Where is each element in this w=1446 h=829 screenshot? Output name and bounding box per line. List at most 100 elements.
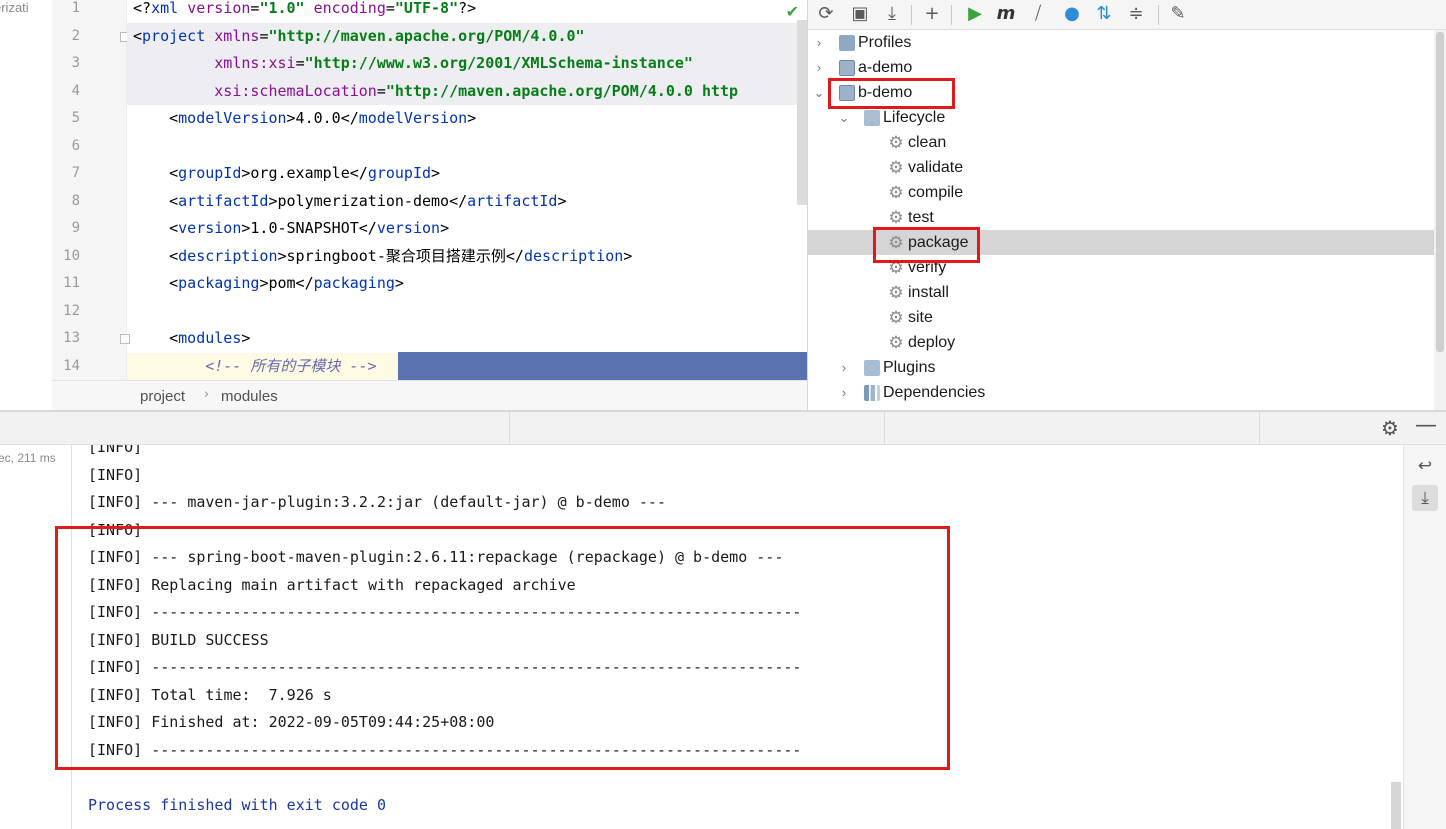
code-line[interactable]: xmlns:xsi="http://www.w3.org/2001/XMLSch… bbox=[127, 50, 807, 78]
code-line[interactable]: <groupId>org.example</groupId> bbox=[127, 160, 807, 188]
line-number: 12 bbox=[63, 302, 80, 319]
project-panel-edge: erizati bbox=[0, 0, 52, 410]
tree-item-profiles[interactable]: › Profiles bbox=[808, 30, 1435, 55]
tree-item-a-demo[interactable]: › a-demo bbox=[808, 55, 1435, 80]
reload-folder-icon[interactable]: ▣ bbox=[848, 2, 872, 26]
tree-item-install[interactable]: ⚙ install bbox=[808, 280, 1435, 305]
tree-item-clean[interactable]: ⚙ clean bbox=[808, 130, 1435, 155]
tree-item-label: Plugins bbox=[883, 359, 936, 376]
download-icon[interactable]: ⤓ bbox=[880, 2, 904, 26]
code-line[interactable]: <version>1.0-SNAPSHOT</version> bbox=[127, 215, 807, 243]
breadcrumb-item-project[interactable]: project bbox=[140, 388, 185, 405]
tree-item-label: clean bbox=[908, 134, 947, 151]
scroll-to-end-icon[interactable]: ⤓ bbox=[1412, 485, 1438, 511]
lifecycle-icon bbox=[864, 110, 880, 126]
code-line[interactable]: <packaging>pom</packaging> bbox=[127, 270, 807, 298]
code-line[interactable] bbox=[127, 133, 807, 161]
wrench-icon[interactable]: ✎ bbox=[1166, 2, 1190, 26]
chevron-right-icon[interactable]: › bbox=[812, 55, 826, 80]
project-panel-edge-text: erizati bbox=[0, 0, 29, 15]
line-number: 5 bbox=[71, 110, 80, 126]
chevron-right-icon[interactable]: › bbox=[812, 30, 826, 55]
line-number: 2 bbox=[71, 27, 80, 44]
console-line: [INFO] bbox=[88, 465, 143, 484]
maven-tool-window: ⟳ ▣ ⤓ + ▶ m ⧸ ● ⇅ ≑ ✎ › Profiles › a-demo ⌄ b… bbox=[807, 0, 1446, 410]
code-line[interactable]: <description>springboot-聚合项目搭建示例</descri… bbox=[127, 243, 807, 271]
line-number: 1 bbox=[71, 0, 80, 16]
code-line[interactable]: <project xmlns="http://maven.apache.org/… bbox=[127, 22, 807, 50]
code-line[interactable]: <modelVersion>4.0.0</modelVersion> bbox=[127, 105, 807, 133]
highlight-box-b-demo bbox=[828, 78, 955, 109]
tree-item-label: site bbox=[908, 309, 933, 326]
settings-icon[interactable]: ⚙ bbox=[1381, 416, 1399, 440]
toggle-offline-icon[interactable]: ⧸ bbox=[1026, 2, 1050, 26]
tree-item-label: install bbox=[908, 284, 949, 301]
code-editor[interactable]: 1 2 3 4 5 6 7 8 9 10 11 12 13 14 <?xml version="1.0" … bbox=[52, 0, 807, 380]
breadcrumb-item-modules[interactable]: modules bbox=[221, 388, 278, 405]
execute-goal-icon[interactable]: m bbox=[994, 2, 1018, 26]
line-number: 6 bbox=[71, 137, 80, 154]
add-icon[interactable]: + bbox=[920, 2, 944, 26]
line-number: 11 bbox=[63, 275, 80, 291]
tree-item-dependencies[interactable]: › Dependencies bbox=[808, 380, 1435, 405]
gear-icon: ⚙ bbox=[888, 133, 904, 152]
text-selection bbox=[398, 352, 807, 380]
tree-item-label: compile bbox=[908, 184, 964, 201]
chevron-right-icon[interactable]: › bbox=[837, 355, 851, 380]
gear-icon: ⚙ bbox=[888, 283, 904, 302]
code-line[interactable]: <?xml version="1.0" encoding="UTF-8"?> bbox=[127, 0, 807, 23]
tree-item-label: validate bbox=[908, 159, 964, 176]
chevron-down-icon[interactable]: ⌄ bbox=[812, 80, 826, 105]
skip-tests-icon[interactable]: ● bbox=[1060, 2, 1084, 26]
chevron-right-icon: › bbox=[204, 387, 210, 402]
minimize-icon[interactable]: — bbox=[1415, 413, 1437, 438]
tree-item-plugins[interactable]: › Plugins bbox=[808, 355, 1435, 380]
gear-icon: ⚙ bbox=[888, 333, 904, 352]
maven-toolbar: ⟳ ▣ ⤓ + ▶ m ⧸ ● ⇅ ≑ ✎ bbox=[808, 0, 1446, 30]
show-dependencies-icon[interactable]: ⇅ bbox=[1092, 2, 1116, 26]
tree-item-label: Dependencies bbox=[883, 384, 986, 401]
tree-item-label: a-demo bbox=[858, 59, 913, 76]
console-line: [INFO] --- maven-jar-plugin:3.2.2:jar (d… bbox=[88, 493, 666, 511]
line-number: 7 bbox=[71, 165, 80, 181]
module-icon bbox=[839, 60, 855, 76]
breadcrumb: project › modules bbox=[52, 380, 807, 410]
gear-icon: ⚙ bbox=[888, 308, 904, 327]
editor-scrollbar[interactable] bbox=[797, 20, 807, 205]
console-line: [INFO] bbox=[88, 445, 143, 456]
run-icon[interactable]: ▶ bbox=[963, 2, 987, 26]
code-line[interactable]: <modules> bbox=[127, 325, 807, 353]
line-number: 14 bbox=[63, 357, 80, 374]
reload-icon[interactable]: ⟳ bbox=[814, 2, 838, 26]
soft-wrap-icon[interactable]: ↩ bbox=[1412, 453, 1438, 479]
tree-item-compile[interactable]: ⚙ compile bbox=[808, 180, 1435, 205]
line-number: 4 bbox=[71, 82, 80, 99]
lifecycle-icon bbox=[864, 360, 880, 376]
line-number: 3 bbox=[71, 55, 80, 71]
collapse-all-icon[interactable]: ≑ bbox=[1124, 2, 1148, 26]
tree-item-site[interactable]: ⚙ site bbox=[808, 305, 1435, 330]
tree-item-deploy[interactable]: ⚙ deploy bbox=[808, 330, 1435, 355]
line-number: 9 bbox=[71, 220, 80, 236]
line-gutter: 1 2 3 4 5 6 7 8 9 10 11 12 13 14 bbox=[52, 0, 130, 380]
console-scrollbar[interactable] bbox=[1391, 782, 1401, 829]
console-side-toolbar: ↩ ⤓ bbox=[1403, 445, 1446, 829]
line-number: 13 bbox=[63, 330, 80, 346]
run-timing: ec, 211 ms bbox=[0, 451, 56, 465]
highlight-box-package bbox=[873, 227, 980, 263]
chevron-right-icon[interactable]: › bbox=[837, 380, 851, 405]
code-line[interactable]: <artifactId>polymerization-demo</artifac… bbox=[127, 188, 807, 216]
code-line[interactable] bbox=[127, 298, 807, 326]
check-icon[interactable]: ✔ bbox=[786, 2, 799, 21]
run-tool-header: ⚙ — bbox=[0, 412, 1446, 445]
tree-item-label: deploy bbox=[908, 334, 956, 351]
tree-item-label: Profiles bbox=[858, 34, 912, 51]
maven-scrollbar-thumb[interactable] bbox=[1436, 32, 1444, 352]
tree-item-validate[interactable]: ⚙ validate bbox=[808, 155, 1435, 180]
highlight-box-build-output bbox=[55, 526, 950, 770]
code-line[interactable]: xsi:schemaLocation="http://maven.apache.… bbox=[127, 77, 807, 105]
gear-icon: ⚙ bbox=[888, 183, 904, 202]
deps-icon bbox=[864, 385, 880, 401]
line-number: 10 bbox=[63, 247, 80, 264]
folder-icon bbox=[839, 35, 855, 51]
